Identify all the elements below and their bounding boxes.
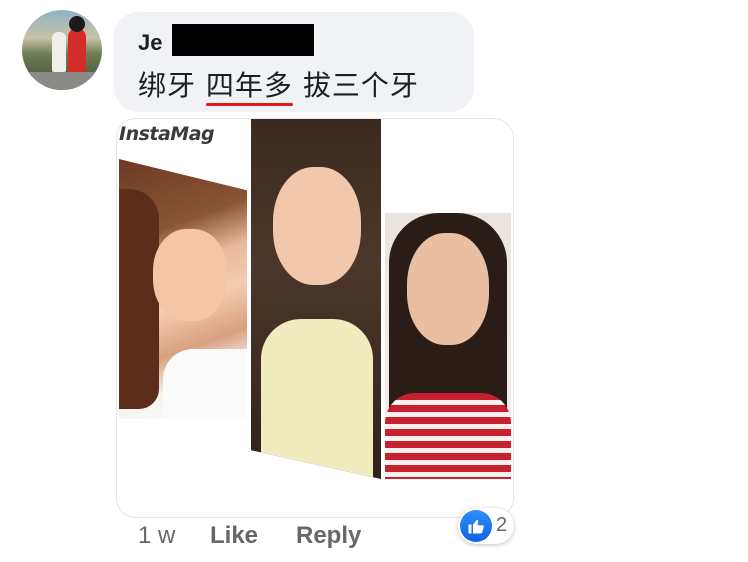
photo-3-face [407, 233, 489, 345]
avatar-ground [22, 72, 102, 90]
comment-timestamp[interactable]: 1 w [138, 522, 175, 558]
collage-photo-3 [385, 213, 511, 479]
commenter-avatar[interactable] [22, 10, 102, 90]
photo-1-hair [119, 189, 159, 409]
like-button[interactable]: Like [210, 522, 258, 558]
comment-author-name[interactable]: Je [138, 30, 162, 56]
message-text-part-3: 拔三个牙 [292, 69, 419, 102]
photo-3-striped-shirt [385, 393, 511, 479]
reply-button[interactable]: Reply [296, 522, 361, 558]
photo-2-shirt [261, 319, 373, 479]
reaction-summary[interactable]: 2 [458, 508, 514, 544]
comment-message: 绑牙 四年多 拔三个牙 [138, 64, 419, 104]
reaction-count: 2 [496, 514, 508, 536]
photo-1-shirt [163, 349, 247, 419]
message-highlighted-text: 四年多 [205, 69, 293, 102]
collage-photo-2 [251, 119, 381, 479]
avatar-mascot-figure [68, 16, 86, 74]
collage-watermark-text: InstaMag [119, 123, 215, 145]
comment-photo-attachment[interactable]: InstaMag [116, 118, 514, 518]
avatar-person-figure [52, 32, 66, 72]
redaction-bar [172, 24, 314, 56]
collage-photo-1 [119, 159, 247, 419]
photo-1-face [153, 229, 227, 321]
photo-2-face [273, 167, 361, 285]
message-text-part-1: 绑牙 [138, 69, 206, 102]
thumbs-up-icon-glyph [468, 520, 484, 534]
thumbs-up-icon [460, 510, 492, 542]
comment-bubble: Je 绑牙 四年多 拔三个牙 [114, 12, 474, 112]
